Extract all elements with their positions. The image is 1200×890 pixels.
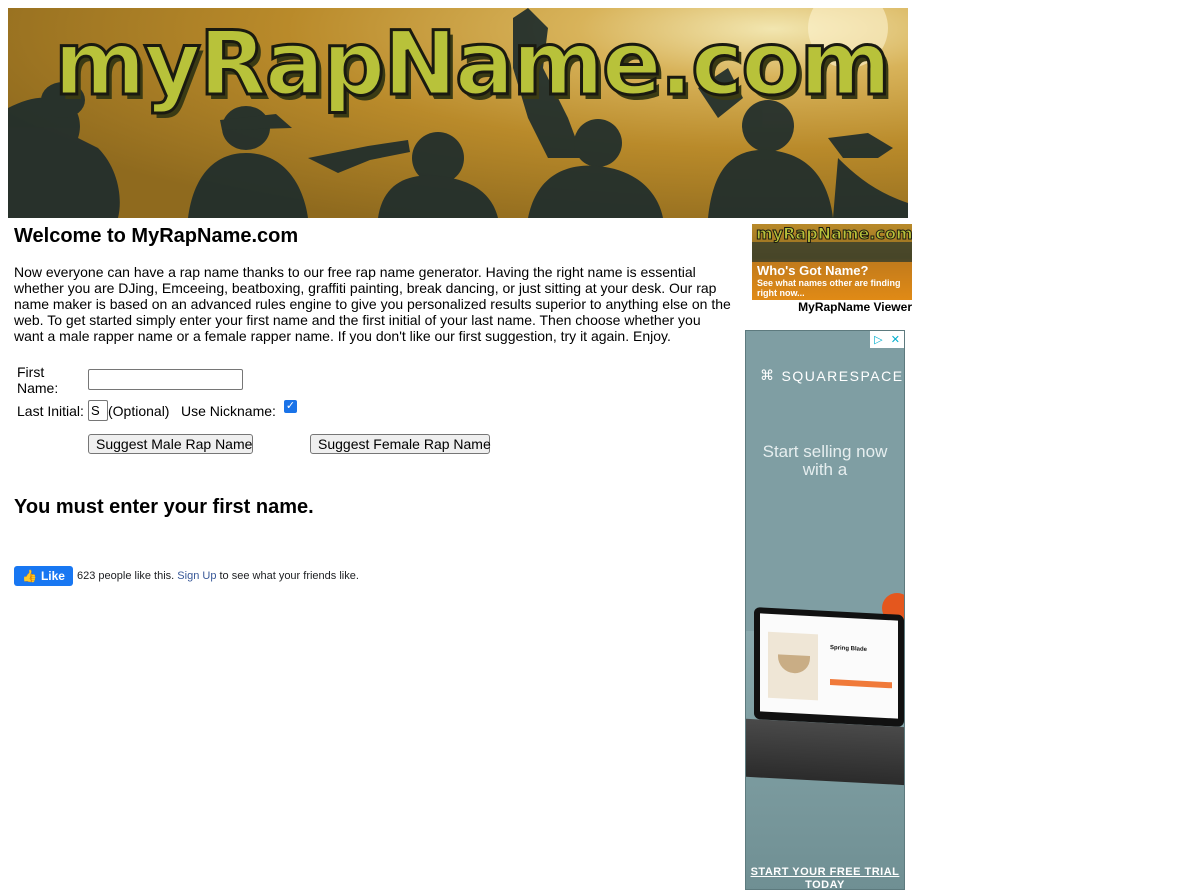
ad-product-name: Spring Blade [830,645,868,653]
suggest-male-button[interactable]: Suggest Male Rap Name [88,434,253,454]
last-initial-input[interactable] [88,400,108,421]
ad-choices-icon[interactable]: ▷ [874,333,882,346]
main-content: Welcome to MyRapName.com Now everyone ca… [14,224,734,586]
ad-cta-link[interactable]: START YOUR FREE TRIAL TODAY [746,866,904,889]
ad-buy-bar [830,679,892,689]
facebook-like-label: Like [40,569,65,583]
error-message: You must enter your first name. [14,496,314,518]
site-banner[interactable]: myRapName.com [8,8,908,218]
facebook-signup-link[interactable]: Sign Up [177,570,216,582]
facebook-like-count: 623 people like this. [77,570,175,582]
optional-label: (Optional) [108,403,170,419]
facebook-like-widget: 👍 Like 623 people like this. Sign Up to … [14,566,359,586]
facebook-like-button[interactable]: 👍 Like [14,566,73,586]
ad-close-icon[interactable]: ✕ [891,333,900,346]
ad-choices-badge[interactable]: ▷ ✕ [870,331,904,348]
facebook-like-suffix: to see what your friends like. [219,570,359,582]
page-title: Welcome to MyRapName.com [14,225,299,247]
first-name-label: First Name: [17,364,59,396]
viewer-caption-link[interactable]: MyRapName Viewer [752,300,912,314]
first-name-input[interactable] [88,369,243,390]
intro-paragraph: Now everyone can have a rap name thanks … [14,264,731,344]
squarespace-ad[interactable]: ▷ ✕ ⌘ SQUARESPACE Start selling now with… [745,330,905,890]
thumbs-up-icon: 👍 [22,569,37,583]
viewer-silhouette-strip [752,242,912,262]
ad-tagline: Start selling now with a [762,442,888,479]
squarespace-logo-icon: ⌘ [760,367,776,383]
last-initial-label: Last Initial: [17,403,84,419]
ad-brand-name: SQUARESPACE [781,367,904,384]
laptop-keyboard-image [746,718,904,786]
rapname-viewer-image[interactable]: myRapName.com Who's Got Name? See what n… [752,224,912,300]
viewer-logo-text: myRapName.com [756,224,912,244]
viewer-subtext: See what names other are finding right n… [757,278,901,298]
facebook-like-text: 623 people like this. Sign Up to see wha… [77,570,359,582]
ad-brand: ⌘ SQUARESPACE [760,367,904,384]
nickname-checkbox[interactable]: ✓ [284,400,297,413]
suggest-female-button[interactable]: Suggest Female Rap Name [310,434,491,454]
bowl-product-image [768,631,818,701]
laptop-display: Spring Blade [760,613,898,719]
banner-logo-text: myRapName.com [52,11,892,117]
nickname-label: Use Nickname: [181,403,276,419]
page: myRapName.com Welcome to MyRapName.com N… [0,0,1200,890]
laptop-screen-image: Spring Blade [754,607,904,727]
viewer-headline: Who's Got Name? [757,263,869,278]
